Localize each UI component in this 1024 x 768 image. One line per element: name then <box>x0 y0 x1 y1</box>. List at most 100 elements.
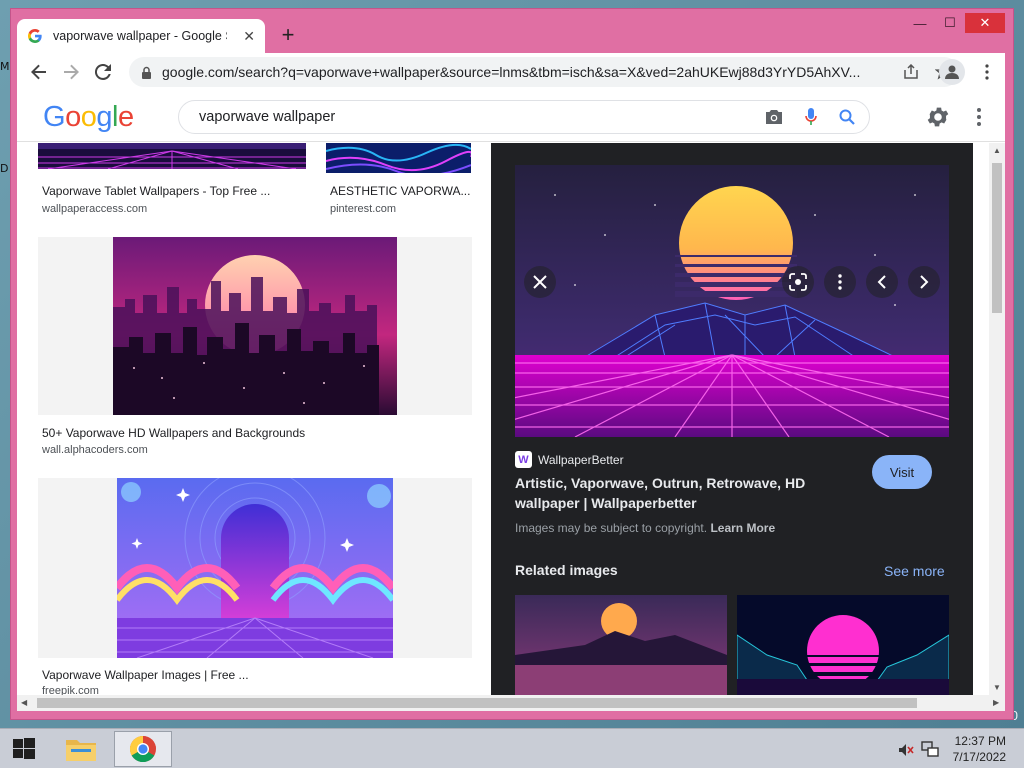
search-query[interactable]: vaporwave wallpaper <box>199 109 335 125</box>
microphone-icon[interactable] <box>805 108 817 126</box>
next-image-button[interactable] <box>908 266 940 298</box>
google-favicon-icon <box>28 29 42 43</box>
result-source[interactable]: wall.alphacoders.com <box>42 444 148 456</box>
more-options-button[interactable] <box>824 266 856 298</box>
google-lens-icon <box>789 273 807 291</box>
reload-button[interactable] <box>87 56 119 88</box>
forward-arrow-icon <box>64 64 79 80</box>
result-title[interactable]: Vaporwave Tablet Wallpapers - Top Free .… <box>42 184 270 198</box>
result-title[interactable]: 50+ Vaporwave HD Wallpapers and Backgrou… <box>42 426 305 440</box>
settings-gear-icon[interactable] <box>925 104 951 130</box>
speaker-muted-icon[interactable] <box>898 743 914 757</box>
more-vert-icon <box>838 274 842 290</box>
see-more-link[interactable]: See more <box>884 563 945 579</box>
maximize-button[interactable]: ☐ <box>935 13 965 33</box>
vertical-scrollbar[interactable]: ▲ ▼ <box>989 143 1005 695</box>
result-source[interactable]: freepik.com <box>42 685 99 695</box>
lens-search-button[interactable] <box>782 266 814 298</box>
site-favicon-icon: W <box>515 451 532 468</box>
learn-more-link[interactable]: Learn More <box>710 521 775 535</box>
visit-button[interactable]: Visit <box>872 455 932 489</box>
search-input[interactable]: vaporwave wallpaper <box>178 100 870 134</box>
address-bar[interactable]: google.com/search?q=vaporwave+wallpaper&… <box>129 57 959 87</box>
close-window-button[interactable]: ✕ <box>965 13 1005 33</box>
back-arrow-icon <box>31 64 46 80</box>
logo-letter: o <box>65 101 81 133</box>
new-tab-button[interactable]: + <box>276 22 300 48</box>
thumbnail-image <box>113 237 397 415</box>
start-button[interactable] <box>6 731 42 767</box>
google-logo[interactable]: Google <box>43 101 134 134</box>
result-thumbnail[interactable] <box>38 478 472 658</box>
scroll-up-arrow-icon[interactable]: ▲ <box>993 146 1001 155</box>
folder-icon <box>66 740 96 761</box>
related-image-thumbnail[interactable] <box>737 595 949 695</box>
horizontal-scrollbar[interactable]: ◀ ▶ <box>17 695 1005 711</box>
tab-title: vaporwave wallpaper - Google Se <box>53 29 227 43</box>
search-icon[interactable] <box>839 109 855 125</box>
logo-letter: o <box>80 101 97 133</box>
forward-button[interactable] <box>55 56 87 88</box>
search-actions <box>765 101 855 133</box>
result-title[interactable]: AESTHETIC VAPORWA... <box>330 184 470 198</box>
result-thumbnail[interactable] <box>38 143 306 169</box>
profile-button[interactable] <box>939 59 965 85</box>
image-results-grid: Vaporwave Tablet Wallpapers - Top Free .… <box>17 143 491 695</box>
chrome-taskbar-button[interactable] <box>114 731 172 767</box>
result-thumbnail[interactable] <box>326 143 471 173</box>
file-explorer-taskbar-button[interactable] <box>60 731 102 767</box>
preview-title[interactable]: Artistic, Vaporwave, Outrun, Retrowave, … <box>515 473 835 513</box>
image-preview-panel: W WallpaperBetter Visit Artistic, Vaporw… <box>491 143 973 695</box>
google-header: Google vaporwave wallpaper <box>17 91 1005 142</box>
result-source[interactable]: pinterest.com <box>330 203 396 215</box>
desktop-icon-label-fragment: M <box>0 60 10 73</box>
taskbar: 12:37 PM 7/17/2022 <box>0 728 1024 768</box>
thumbnail-image <box>38 143 306 169</box>
site-name[interactable]: WallpaperBetter <box>538 453 624 467</box>
preview-image[interactable] <box>515 165 949 437</box>
close-tab-icon[interactable]: ✕ <box>243 28 255 45</box>
logo-letter: e <box>117 101 134 133</box>
desktop-icon-label-fragment: D <box>0 162 9 175</box>
result-title[interactable]: Vaporwave Wallpaper Images | Free ... <box>42 668 249 682</box>
copyright-notice: Images may be subject to copyright. Lear… <box>515 521 775 535</box>
logo-letter: G <box>43 101 66 133</box>
result-thumbnail[interactable] <box>38 237 472 415</box>
windows-logo-icon <box>13 738 35 759</box>
share-icon[interactable] <box>903 64 919 80</box>
browser-toolbar: google.com/search?q=vaporwave+wallpaper&… <box>17 53 1005 91</box>
scroll-down-arrow-icon[interactable]: ▼ <box>993 683 1001 692</box>
vertical-scrollbar-thumb[interactable] <box>992 163 1002 313</box>
system-clock[interactable]: 12:37 PM 7/17/2022 <box>953 733 1006 765</box>
person-icon <box>945 65 959 79</box>
google-apps-grid-icon[interactable] <box>975 106 995 128</box>
close-preview-button[interactable] <box>524 266 556 298</box>
clock-date: 7/17/2022 <box>952 750 1006 764</box>
logo-letter: g <box>96 101 112 133</box>
minimize-button[interactable]: — <box>905 13 935 33</box>
result-source[interactable]: wallpaperaccess.com <box>42 203 147 215</box>
thumbnail-image <box>326 143 471 173</box>
network-icon[interactable] <box>921 741 939 757</box>
more-vert-icon <box>985 64 989 80</box>
camera-icon[interactable] <box>765 109 783 125</box>
scroll-left-arrow-icon[interactable]: ◀ <box>21 698 27 707</box>
browser-menu-button[interactable] <box>975 59 999 85</box>
browser-tab[interactable]: vaporwave wallpaper - Google Se ✕ <box>17 19 265 53</box>
chevron-left-icon <box>877 275 886 289</box>
copyright-text: Images may be subject to copyright. <box>515 521 708 535</box>
lock-icon[interactable] <box>141 66 152 79</box>
related-image-thumbnail[interactable] <box>515 595 727 695</box>
google-images-page: Google vaporwave wallpaper Vaporwave Tab… <box>17 91 1005 695</box>
back-button[interactable] <box>23 56 55 88</box>
previous-image-button[interactable] <box>866 266 898 298</box>
window-controls: — ☐ ✕ <box>905 13 1005 33</box>
close-icon <box>533 275 547 289</box>
thumbnail-image <box>117 478 393 658</box>
url-text[interactable]: google.com/search?q=vaporwave+wallpaper&… <box>162 64 862 80</box>
chevron-right-icon <box>920 275 929 289</box>
chrome-icon <box>129 735 156 763</box>
scroll-right-arrow-icon[interactable]: ▶ <box>993 698 999 707</box>
horizontal-scrollbar-thumb[interactable] <box>37 698 917 708</box>
clock-time: 12:37 PM <box>954 734 1006 748</box>
